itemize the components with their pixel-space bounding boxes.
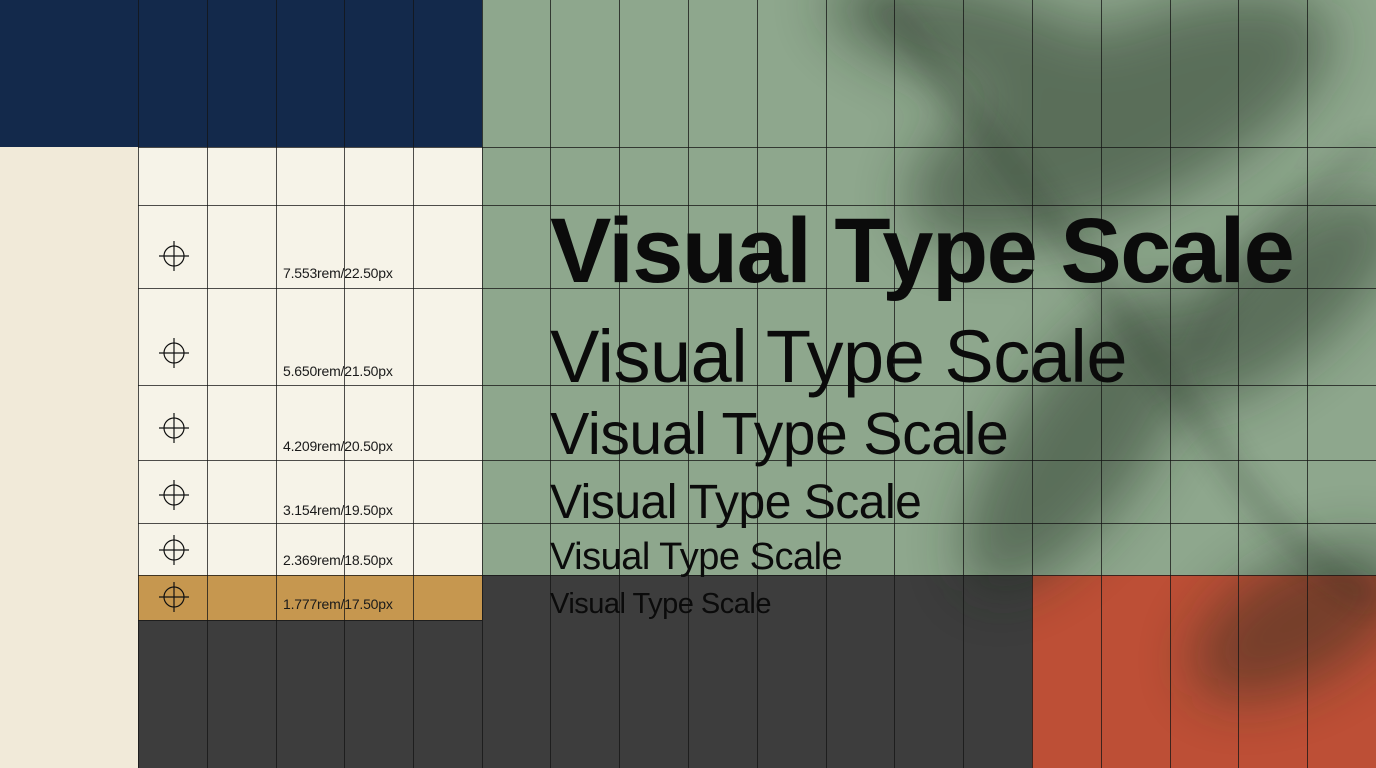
scale-label: 4.209rem/20.50px xyxy=(283,438,393,454)
crosshair-icon xyxy=(159,338,189,368)
crosshair-icon xyxy=(159,582,189,612)
crosshair-icon xyxy=(159,413,189,443)
scale-label: 7.553rem/22.50px xyxy=(283,265,393,281)
type-sample-xxl: Visual Type Scale xyxy=(550,200,1295,302)
type-sample-lg: Visual Type Scale xyxy=(550,401,1009,467)
crosshair-icon xyxy=(159,241,189,271)
crosshair-icon xyxy=(159,535,189,565)
scale-label: 5.650rem/21.50px xyxy=(283,363,393,379)
type-sample-xl: Visual Type Scale xyxy=(550,315,1128,398)
type-sample-sm: Visual Type Scale xyxy=(550,536,843,578)
scale-label: 1.777rem/17.50px xyxy=(283,596,393,612)
type-sample-md: Visual Type Scale xyxy=(550,476,922,529)
crosshair-icon xyxy=(159,480,189,510)
type-sample-xs: Visual Type Scale xyxy=(550,588,771,620)
scale-label: 2.369rem/18.50px xyxy=(283,552,393,568)
scale-label: 3.154rem/19.50px xyxy=(283,502,393,518)
